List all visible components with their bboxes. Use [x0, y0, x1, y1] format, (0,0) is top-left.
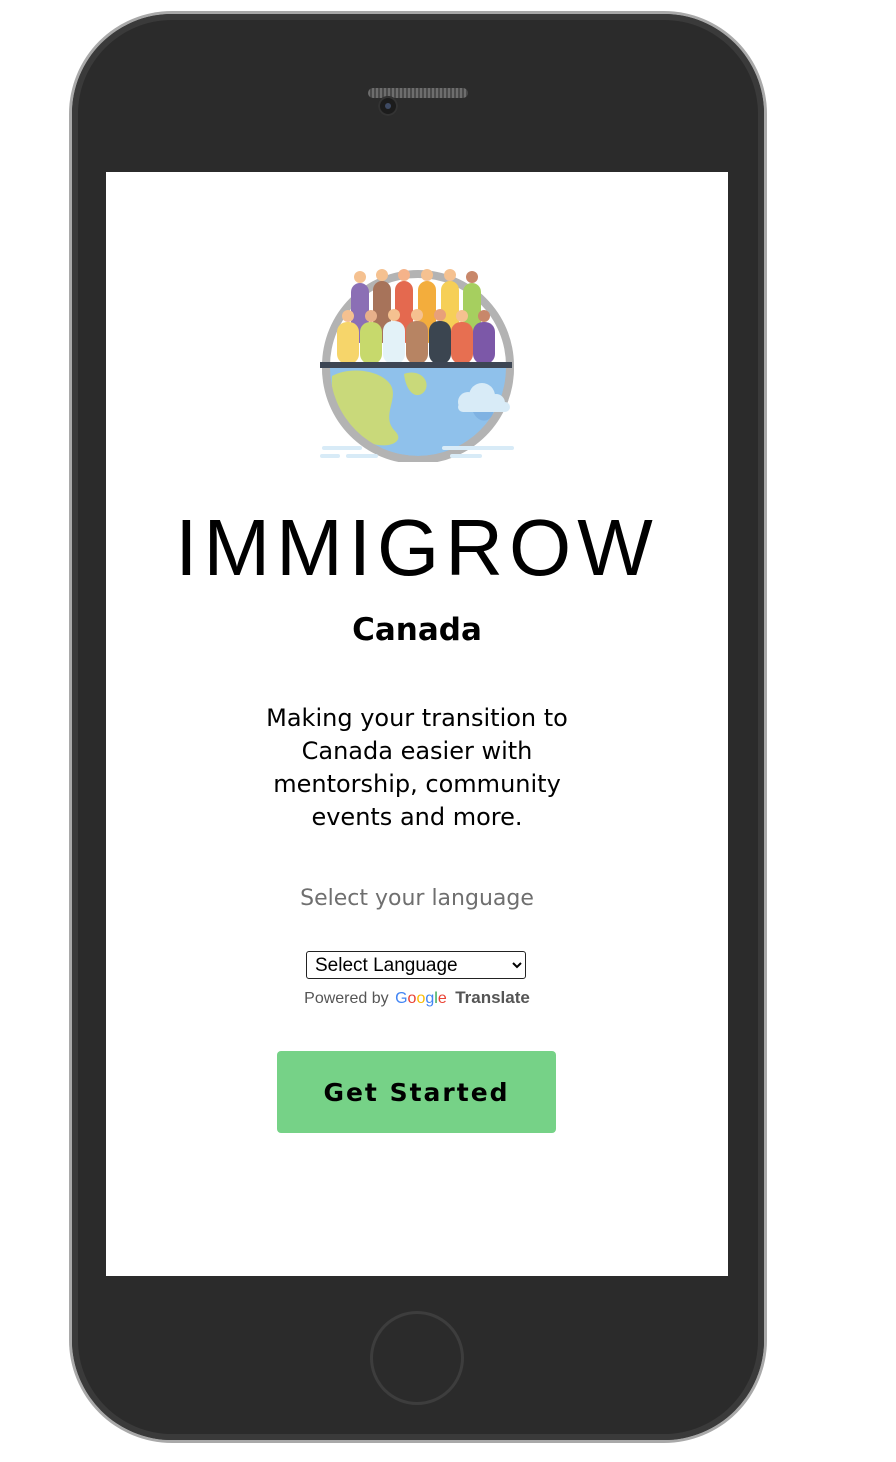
globe-people-logo-icon — [320, 266, 516, 462]
home-button[interactable] — [370, 1311, 464, 1405]
language-select[interactable]: Select Language — [306, 951, 526, 979]
powered-by-google-translate[interactable]: Powered by Google Translate — [106, 988, 728, 1008]
front-camera — [378, 96, 398, 116]
app-subtitle: Canada — [352, 612, 482, 648]
language-label: Select your language — [300, 886, 534, 911]
powered-by-text: Powered by — [304, 990, 389, 1007]
tagline: Making your transition to Canada easier … — [266, 704, 568, 831]
google-logo: Google — [395, 990, 447, 1007]
translate-link[interactable]: Translate — [455, 988, 530, 1007]
app-title: IMMIGROW — [175, 503, 659, 592]
phone-frame: IMMIGROW Canada Making your transition t… — [72, 14, 764, 1440]
app-screen: IMMIGROW Canada Making your transition t… — [106, 172, 728, 1276]
get-started-button[interactable]: Get Started — [277, 1051, 556, 1133]
